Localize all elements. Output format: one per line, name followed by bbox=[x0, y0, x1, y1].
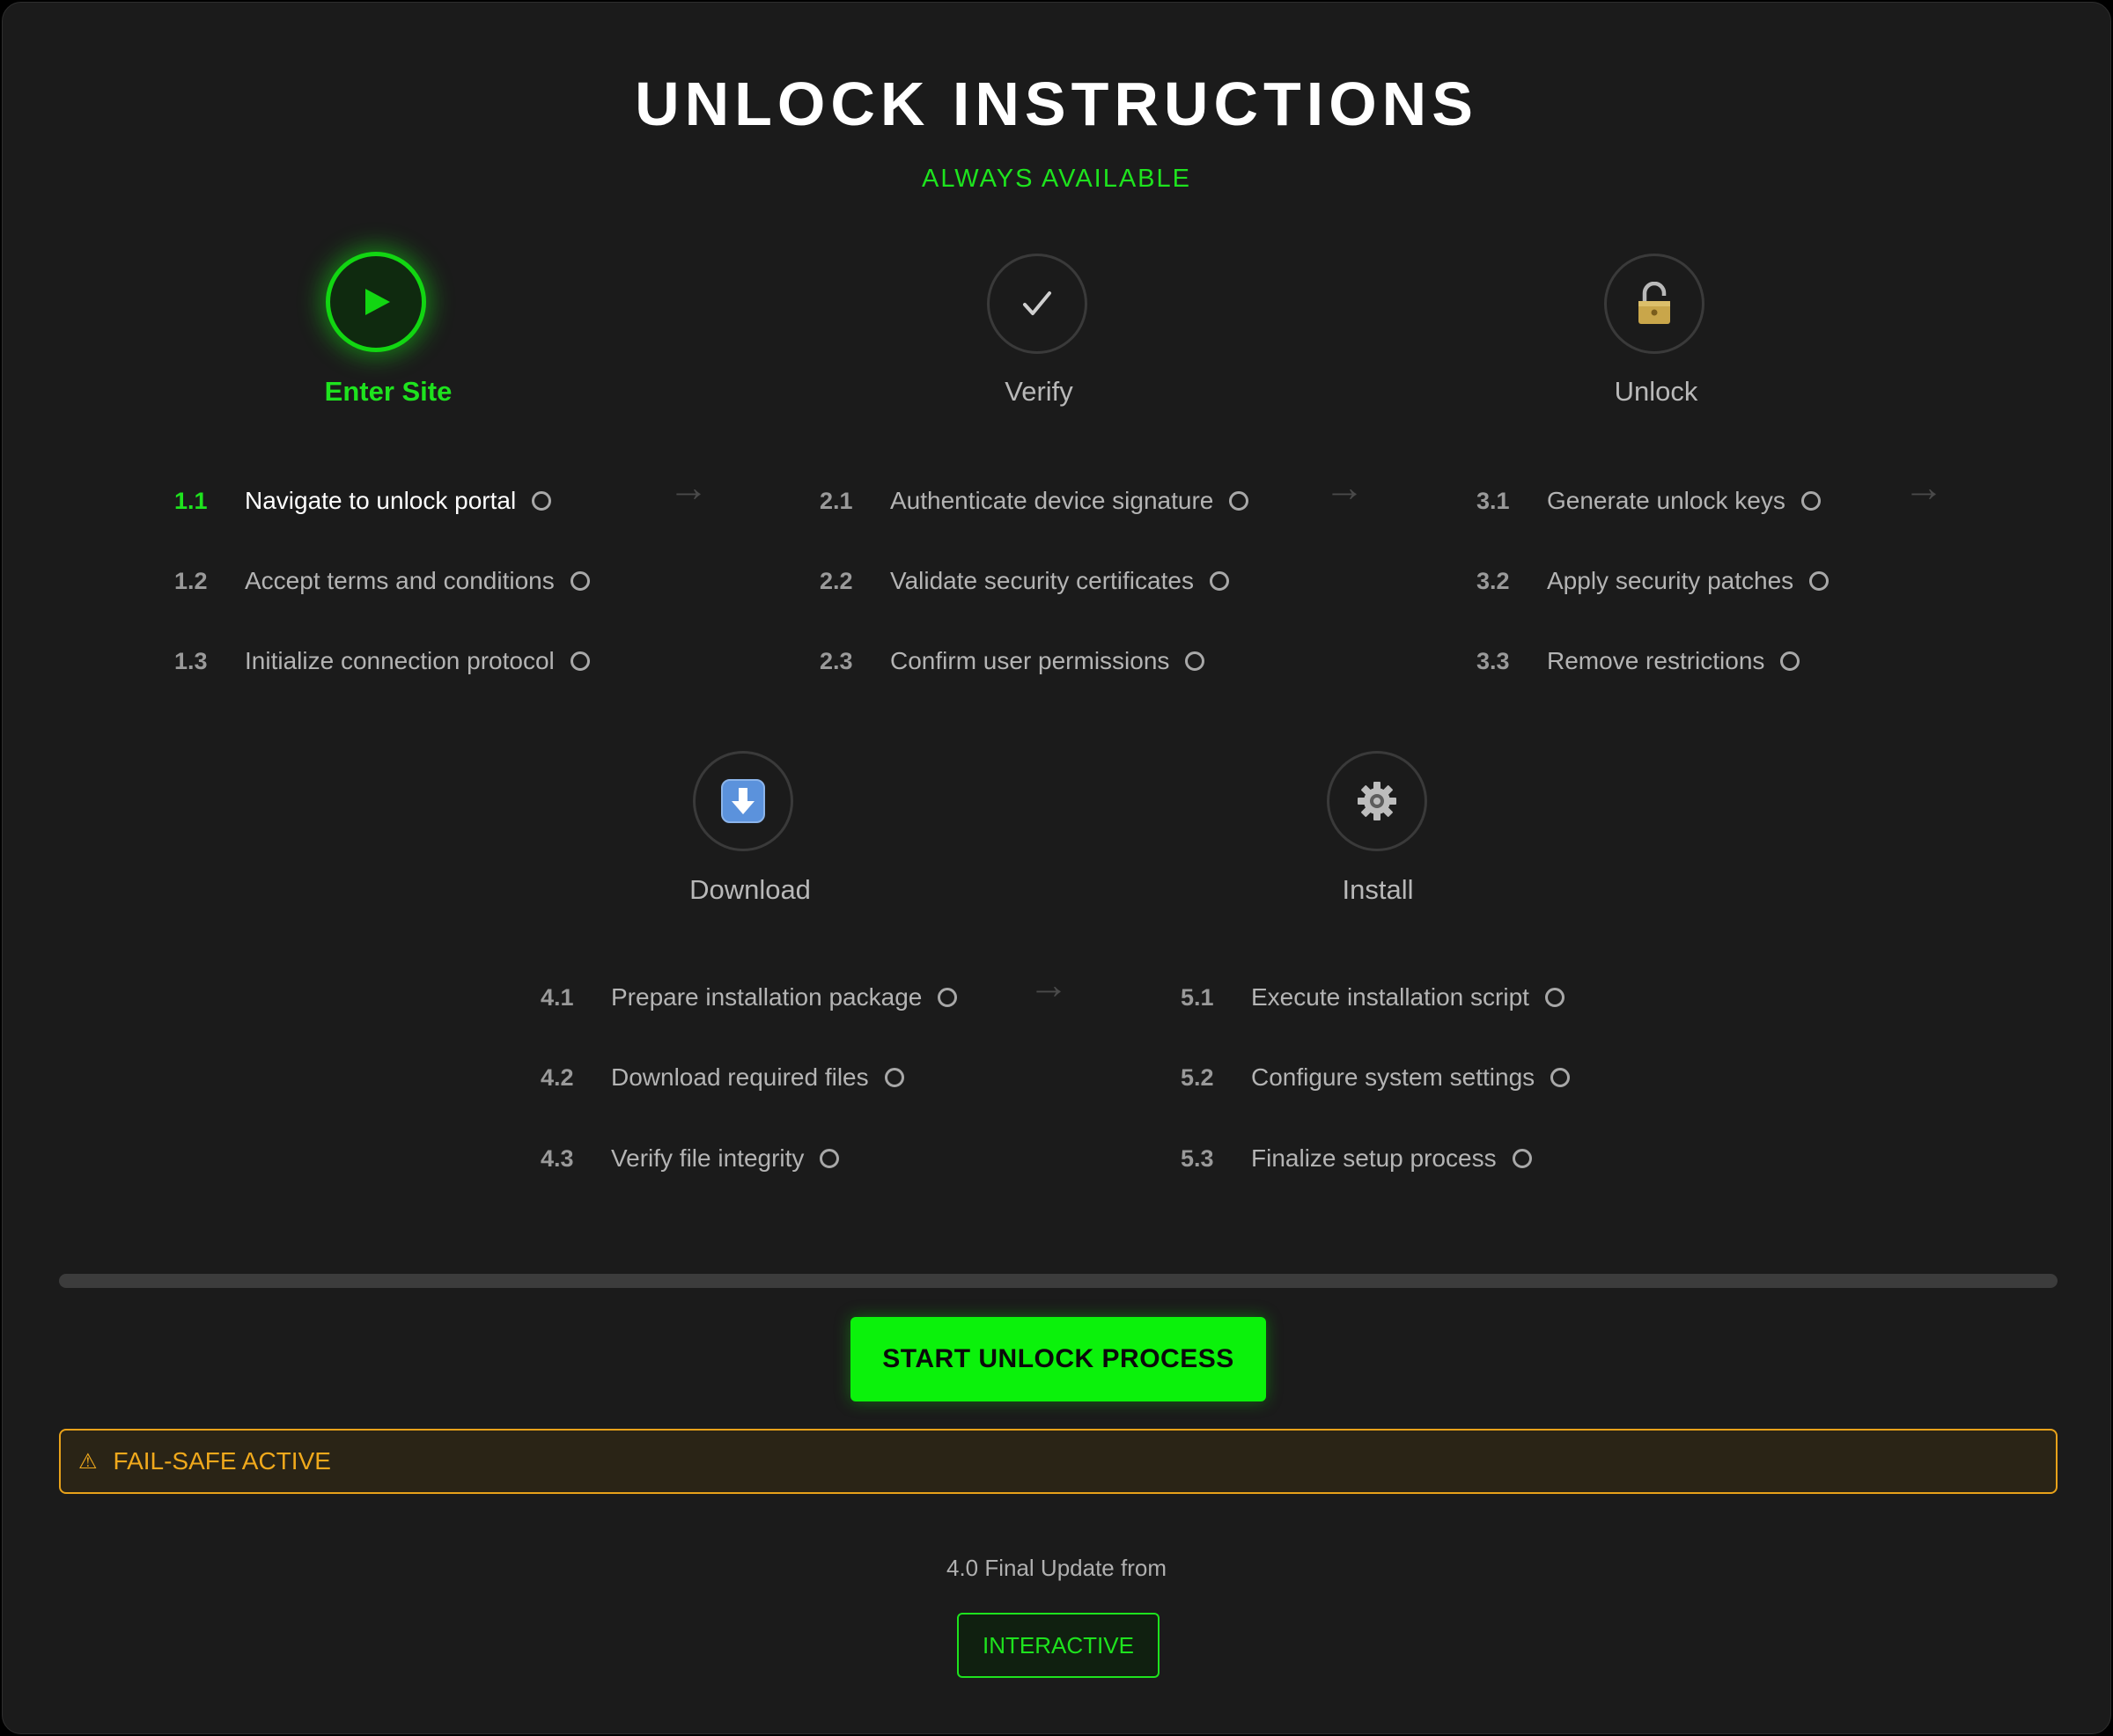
stage-unlock-icon-button[interactable] bbox=[1604, 254, 1704, 354]
footer-update-text: 4.0 Final Update from bbox=[946, 1555, 1167, 1581]
step-number: 3.3 bbox=[1476, 647, 1510, 674]
step-text: Validate security certificates bbox=[890, 567, 1194, 594]
step-status-circle-icon bbox=[1550, 1068, 1571, 1087]
step-status-circle-icon bbox=[1229, 491, 1249, 511]
step-status-circle-icon bbox=[1800, 491, 1821, 511]
step-4-3[interactable]: 4.3 Verify file integrity bbox=[541, 1139, 840, 1178]
step-status-circle-icon bbox=[884, 1068, 904, 1087]
arrow-right-icon: → bbox=[1028, 961, 1069, 1007]
step-text: Generate unlock keys bbox=[1547, 487, 1785, 514]
step-number: 4.2 bbox=[541, 1063, 574, 1091]
arrow-right-icon: → bbox=[668, 464, 709, 510]
step-1-2[interactable]: 1.2 Accept terms and conditions bbox=[174, 562, 590, 600]
stage-label-enter-site: Enter Site bbox=[324, 376, 453, 407]
stage-label-install: Install bbox=[1342, 874, 1414, 905]
stage-label-verify: Verify bbox=[1005, 376, 1073, 407]
step-text: Execute installation script bbox=[1251, 983, 1529, 1011]
step-number: 2.1 bbox=[820, 487, 853, 514]
step-text: Configure system settings bbox=[1251, 1063, 1535, 1091]
step-1-3[interactable]: 1.3 Initialize connection protocol bbox=[174, 642, 590, 680]
play-icon bbox=[365, 289, 390, 315]
step-number: 3.2 bbox=[1476, 567, 1510, 594]
step-number: 3.1 bbox=[1476, 487, 1510, 514]
step-3-2[interactable]: 3.2 Apply security patches bbox=[1476, 562, 1830, 600]
step-text: Initialize connection protocol bbox=[245, 647, 555, 674]
arrow-right-icon: → bbox=[1324, 464, 1365, 510]
stage-download-icon-button[interactable] bbox=[693, 751, 793, 851]
step-number: 5.2 bbox=[1181, 1063, 1214, 1091]
step-text: Finalize setup process bbox=[1251, 1144, 1497, 1172]
warning-icon: ⚠ bbox=[78, 1449, 98, 1474]
step-status-circle-icon bbox=[1185, 651, 1205, 671]
step-text: Accept terms and conditions bbox=[245, 567, 555, 594]
step-text: Authenticate device signature bbox=[890, 487, 1214, 514]
step-4-1[interactable]: 4.1 Prepare installation package bbox=[541, 978, 958, 1017]
step-2-2[interactable]: 2.2 Validate security certificates bbox=[820, 562, 1229, 600]
step-number: 4.1 bbox=[541, 983, 574, 1011]
stage-enter-site-icon-button[interactable] bbox=[326, 252, 426, 352]
failsafe-alert-text: FAIL-SAFE ACTIVE bbox=[113, 1447, 331, 1475]
step-status-circle-icon bbox=[1780, 651, 1800, 671]
step-status-circle-icon bbox=[570, 571, 590, 591]
step-2-3[interactable]: 2.3 Confirm user permissions bbox=[820, 642, 1205, 680]
step-text: Confirm user permissions bbox=[890, 647, 1170, 674]
step-text: Navigate to unlock portal bbox=[245, 487, 517, 514]
step-status-circle-icon bbox=[1809, 571, 1830, 591]
step-text: Verify file integrity bbox=[611, 1144, 805, 1172]
stage-label-download: Download bbox=[689, 874, 811, 905]
page-title: UNLOCK INSTRUCTIONS bbox=[635, 70, 1478, 138]
step-3-1[interactable]: 3.1 Generate unlock keys bbox=[1476, 482, 1821, 520]
step-number: 4.3 bbox=[541, 1144, 574, 1172]
stage-verify-icon-button[interactable] bbox=[987, 254, 1087, 354]
step-number: 1.2 bbox=[174, 567, 208, 594]
failsafe-alert: ⚠ FAIL-SAFE ACTIVE bbox=[59, 1429, 2058, 1494]
gear-icon bbox=[1358, 782, 1396, 820]
step-status-circle-icon bbox=[1544, 988, 1565, 1007]
step-1-1[interactable]: 1.1 Navigate to unlock portal bbox=[174, 482, 552, 520]
progress-bar bbox=[59, 1274, 2058, 1288]
arrow-right-icon: → bbox=[1903, 464, 1944, 510]
step-status-circle-icon bbox=[938, 988, 958, 1007]
step-status-circle-icon bbox=[1512, 1149, 1532, 1168]
step-text: Prepare installation package bbox=[611, 983, 923, 1011]
step-4-2[interactable]: 4.2 Download required files bbox=[541, 1058, 904, 1097]
unlock-page: UNLOCK INSTRUCTIONS ALWAYS AVAILABLE Ent… bbox=[2, 2, 2111, 1734]
check-icon bbox=[1023, 291, 1051, 315]
step-status-circle-icon bbox=[532, 491, 552, 511]
step-5-1[interactable]: 5.1 Execute installation script bbox=[1181, 978, 1565, 1017]
step-status-circle-icon bbox=[570, 651, 590, 671]
step-2-1[interactable]: 2.1 Authenticate device signature bbox=[820, 482, 1249, 520]
step-5-2[interactable]: 5.2 Configure system settings bbox=[1181, 1058, 1571, 1097]
step-text: Apply security patches bbox=[1547, 567, 1794, 594]
step-number: 1.3 bbox=[174, 647, 208, 674]
step-text: Download required files bbox=[611, 1063, 869, 1091]
step-number: 5.1 bbox=[1181, 983, 1214, 1011]
step-3-3[interactable]: 3.3 Remove restrictions bbox=[1476, 642, 1800, 680]
page-subtitle: ALWAYS AVAILABLE bbox=[921, 165, 1191, 193]
step-5-3[interactable]: 5.3 Finalize setup process bbox=[1181, 1139, 1532, 1178]
stage-install-icon-button[interactable] bbox=[1327, 751, 1427, 851]
step-number: 2.2 bbox=[820, 567, 853, 594]
step-status-circle-icon bbox=[1209, 571, 1229, 591]
download-icon bbox=[721, 779, 765, 823]
interactive-button[interactable]: INTERACTIVE bbox=[957, 1613, 1160, 1678]
stage-label-unlock: Unlock bbox=[1614, 376, 1698, 407]
step-number: 5.3 bbox=[1181, 1144, 1214, 1172]
start-unlock-button[interactable]: START UNLOCK PROCESS bbox=[850, 1317, 1266, 1401]
step-text: Remove restrictions bbox=[1547, 647, 1765, 674]
step-number: 1.1 bbox=[174, 487, 208, 514]
step-number: 2.3 bbox=[820, 647, 853, 674]
step-status-circle-icon bbox=[820, 1149, 840, 1168]
padlock-icon bbox=[1638, 282, 1670, 324]
